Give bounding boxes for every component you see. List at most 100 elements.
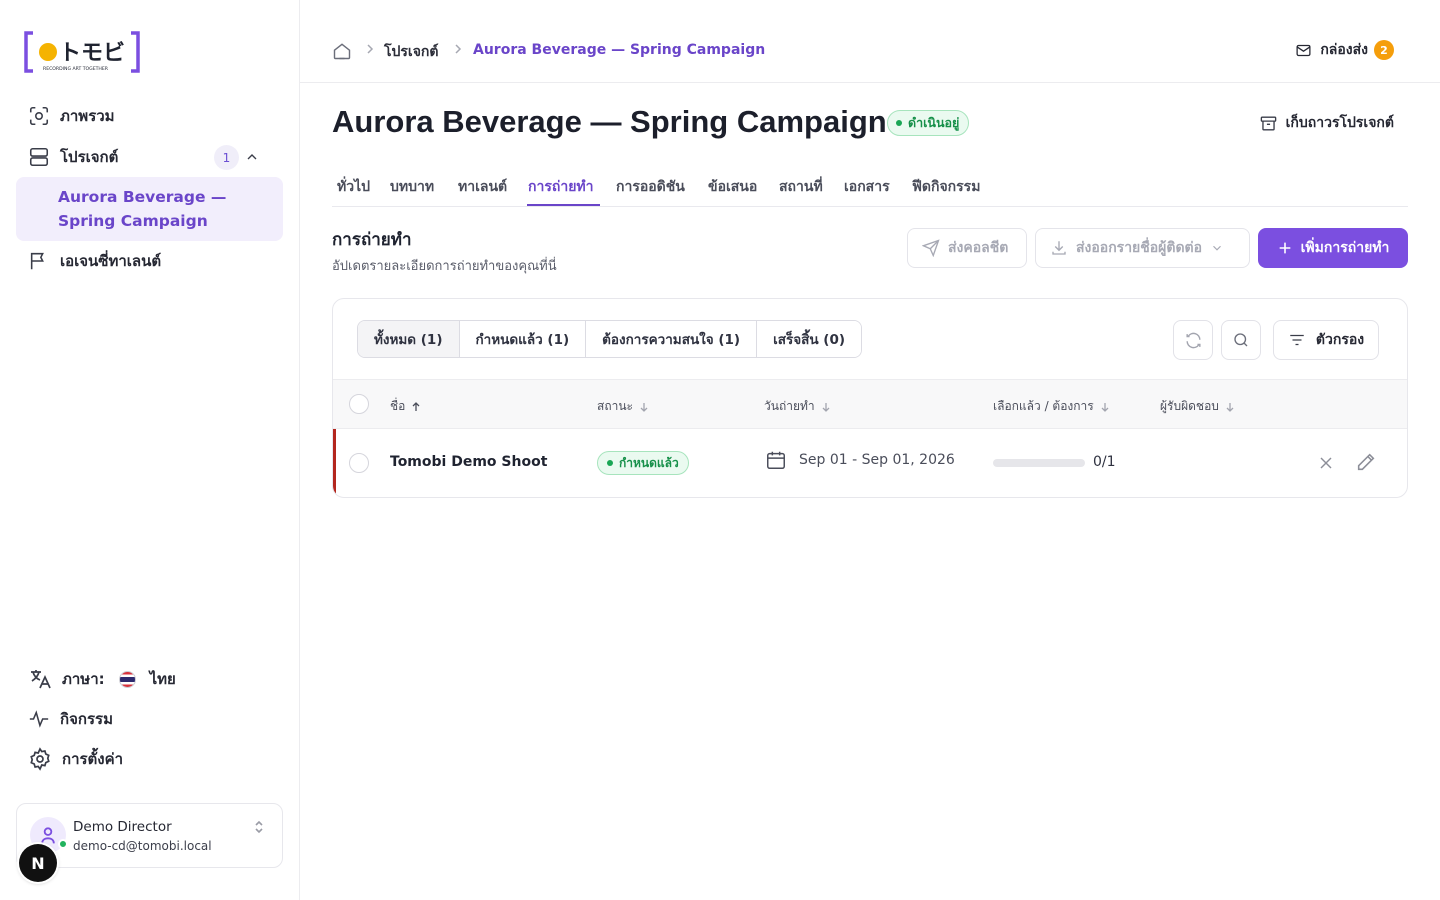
row-checkbox[interactable] xyxy=(349,453,369,473)
tab-general[interactable]: ทั่วไป xyxy=(337,176,370,198)
breadcrumb-projects[interactable]: โปรเจกต์ xyxy=(384,41,438,63)
sidebar-item-projects[interactable]: โปรเจกต์ 1 xyxy=(28,144,264,170)
home-icon[interactable] xyxy=(332,41,352,61)
selection-count: 0/1 xyxy=(1093,454,1116,470)
language-switcher[interactable]: ภาษา: ไทย xyxy=(28,666,176,692)
thai-flag-icon xyxy=(118,670,136,688)
project-status-label: ดำเนินอยู่ xyxy=(908,115,960,130)
tab-activity-feed[interactable]: ฟีดกิจกรรม xyxy=(912,176,980,198)
dev-tools-badge[interactable]: N xyxy=(19,844,57,882)
chevron-right-icon xyxy=(455,44,462,54)
sort-icon xyxy=(822,402,830,412)
tab-roles[interactable]: บทบาท xyxy=(390,176,434,198)
language-value: ไทย xyxy=(149,670,176,688)
sidebar-item-label: เอเจนซี่ทาเลนต์ xyxy=(60,252,162,270)
shoot-dates: Sep 01 - Sep 01, 2026 xyxy=(765,449,955,471)
shoots-table-card: ทั้งหมด (1) กำหนดแล้ว (1) ต้องการความสนใ… xyxy=(332,298,1408,498)
sidebar: トモビ RECORDING ART TOGETHER ภาพรวม โปรเจก… xyxy=(0,0,300,900)
chevron-updown-icon xyxy=(255,820,263,834)
search-button[interactable] xyxy=(1221,320,1261,360)
chevron-right-icon xyxy=(367,44,374,54)
flag-icon xyxy=(30,252,44,270)
tab-offers[interactable]: ข้อเสนอ xyxy=(708,176,757,198)
sort-icon xyxy=(1101,402,1109,412)
tab-talent[interactable]: ทาเลนต์ xyxy=(458,176,507,198)
add-shoot-label: เพิ่มการถ่ายทำ xyxy=(1300,240,1390,256)
refresh-icon xyxy=(1185,332,1201,348)
chevron-up-icon[interactable] xyxy=(244,149,260,165)
add-shoot-button[interactable]: เพิ่มการถ่ายทำ xyxy=(1258,228,1408,268)
column-shoot-date[interactable]: วันถ่ายทำ xyxy=(764,397,831,416)
status-filter-segments: ทั้งหมด (1) กำหนดแล้ว (1) ต้องการความสนใ… xyxy=(357,320,863,358)
sidebar-item-active-project[interactable]: Aurora Beverage — Spring Campaign xyxy=(16,177,283,241)
tab-locations[interactable]: สถานที่ xyxy=(779,176,823,198)
selection-progress-bar xyxy=(993,459,1085,467)
tomobi-logo[interactable]: トモビ RECORDING ART TOGETHER xyxy=(24,31,140,73)
scan-icon xyxy=(29,106,49,126)
archive-project-label: เก็บถาวรโปรเจกต์ xyxy=(1285,115,1394,131)
sort-icon xyxy=(640,402,648,412)
attention-indicator xyxy=(333,429,336,497)
tab-documents[interactable]: เอกสาร xyxy=(844,176,890,198)
segment-all[interactable]: ทั้งหมด (1) xyxy=(358,321,460,357)
column-owner-label: ผู้รับผิดชอบ xyxy=(1160,399,1219,413)
send-callsheet-label: ส่งคอลชีต xyxy=(948,240,1009,256)
search-icon xyxy=(1234,333,1248,347)
sidebar-item-label: กิจกรรม xyxy=(60,710,113,728)
archive-project-button[interactable]: เก็บถาวรโปรเจกต์ xyxy=(1259,112,1394,134)
column-owner[interactable]: ผู้รับผิดชอบ xyxy=(1160,397,1235,416)
export-contacts-button[interactable]: ส่งออกรายชื่อผู้ติดต่อ xyxy=(1035,228,1250,268)
archive-icon xyxy=(1260,115,1276,131)
sidebar-item-overview[interactable]: ภาพรวม xyxy=(28,103,115,129)
translate-icon xyxy=(31,670,51,689)
shoot-status-badge: กำหนดแล้ว xyxy=(597,451,689,475)
active-tab-indicator xyxy=(527,204,600,206)
column-shoot-date-label: วันถ่ายทำ xyxy=(764,399,815,413)
user-name: Demo Director xyxy=(73,819,172,835)
column-status-label: สถานะ xyxy=(597,399,633,413)
plus-icon xyxy=(1279,242,1290,254)
segment-scheduled[interactable]: กำหนดแล้ว (1) xyxy=(459,321,587,357)
sidebar-item-label: ภาพรวม xyxy=(60,107,115,125)
shoot-name[interactable]: Tomobi Demo Shoot xyxy=(390,454,547,470)
sort-icon xyxy=(1226,402,1234,412)
user-icon xyxy=(41,827,55,844)
tab-auditions[interactable]: การออดิชัน xyxy=(616,176,685,198)
sort-ascending-icon xyxy=(412,401,420,411)
filter-lines-icon xyxy=(1290,334,1304,346)
sidebar-item-label: การตั้งค่า xyxy=(62,750,124,768)
user-email: demo-cd@tomobi.local xyxy=(73,839,212,853)
send-icon xyxy=(922,239,940,257)
segment-needs-attention[interactable]: ต้องการความสนใจ (1) xyxy=(586,321,758,357)
filter-button[interactable]: ตัวกรอง xyxy=(1273,320,1379,360)
table-row[interactable]: Tomobi Demo Shoot กำหนดแล้ว Sep 01 - Sep… xyxy=(333,429,1407,497)
close-icon[interactable] xyxy=(1316,453,1336,473)
select-all-checkbox[interactable] xyxy=(349,394,369,414)
mail-icon xyxy=(1296,44,1311,56)
sidebar-item-activity[interactable]: กิจกรรม xyxy=(28,706,113,732)
topbar: โปรเจกต์ Aurora Beverage — Spring Campai… xyxy=(300,0,1440,83)
pencil-icon[interactable] xyxy=(1355,451,1377,473)
export-contacts-label: ส่งออกรายชื่อผู้ติดต่อ xyxy=(1076,240,1203,256)
chevron-down-icon xyxy=(1213,245,1221,251)
page-title: Aurora Beverage — Spring Campaign xyxy=(332,104,887,139)
column-selected-required[interactable]: เลือกแล้ว / ต้องการ xyxy=(993,397,1110,416)
gear-icon xyxy=(30,747,50,771)
refresh-button[interactable] xyxy=(1173,320,1213,360)
segment-completed[interactable]: เสร็จสิ้น (0) xyxy=(757,321,862,357)
section-subtitle: อัปเดตรายละเอียดการถ่ายทำของคุณที่นี่ xyxy=(332,259,557,274)
section-title: การถ่ายทำ xyxy=(332,230,412,250)
send-callsheet-button[interactable]: ส่งคอลชีต xyxy=(907,228,1027,268)
column-name-label: ชื่อ xyxy=(390,399,406,413)
download-icon xyxy=(1052,241,1066,255)
table-header: ชื่อ สถานะ วันถ่ายทำ เลือกแล้ว / ต้องการ… xyxy=(333,379,1407,429)
project-tabs: ทั่วไป บทบาท ทาเลนต์ การถ่ายทำ การออดิชั… xyxy=(332,166,1408,207)
outbox-button[interactable]: กล่องส่ง 2 xyxy=(1295,39,1394,61)
column-name[interactable]: ชื่อ xyxy=(390,397,421,416)
tab-shoots[interactable]: การถ่ายทำ xyxy=(528,176,594,198)
column-status[interactable]: สถานะ xyxy=(597,397,649,416)
sidebar-item-talent-agencies[interactable]: เอเจนซี่ทาเลนต์ xyxy=(28,248,161,274)
language-label: ภาษา: xyxy=(62,670,105,688)
projects-count-badge: 1 xyxy=(214,145,239,170)
sidebar-item-settings[interactable]: การตั้งค่า xyxy=(28,746,123,772)
